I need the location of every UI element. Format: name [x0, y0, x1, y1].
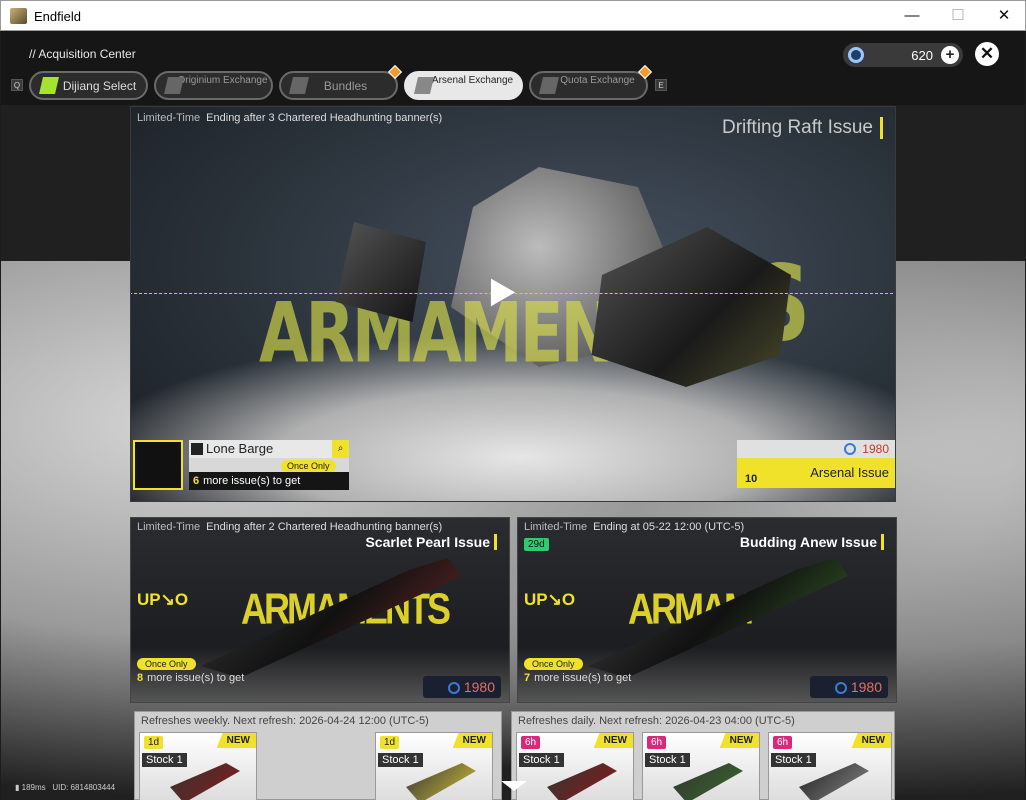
issue-card-budding-anew[interactable]: Limited-Time Ending at 05-22 12:00 (UTC-5… [517, 517, 897, 703]
breadcrumb: // Acquisition Center [29, 47, 136, 61]
game-viewport: // Acquisition Center 620 + ✕ Q Dijiang … [1, 31, 1025, 800]
tab-label: Quota Exchange [560, 75, 635, 86]
ping: 189ms [21, 783, 46, 792]
weapon-thumbnail [406, 763, 476, 800]
stock-label: Stock 1 [519, 753, 564, 767]
shop-item[interactable]: 6h NEW Stock 1 [516, 732, 634, 800]
new-badge: NEW [851, 733, 891, 748]
prize-panel[interactable]: Lone Barge ⌕ Once Only 6 more issue(s) to… [133, 440, 349, 490]
new-badge: NEW [593, 733, 633, 748]
limited-time-label: Limited-Time Ending after 3 Chartered Hea… [137, 112, 443, 124]
timer-badge: 6h [647, 736, 667, 749]
weapon-thumbnail [673, 763, 743, 800]
new-badge: NEW [719, 733, 759, 748]
tab-label: Bundles [323, 79, 368, 93]
top-bar: // Acquisition Center 620 + ✕ Q Dijiang … [1, 31, 1025, 105]
more-issues-text: 6 more issue(s) to get [189, 472, 349, 490]
featured-issue-banner[interactable]: ARMAMENTS TS Limited-TimeEnding after 3 … [130, 106, 896, 502]
tab-originium-exchange[interactable]: Originium Exchange [154, 71, 273, 100]
arsenal-logo: 10 [745, 473, 758, 485]
timer-badge: 6h [521, 736, 541, 749]
tab-bundles[interactable]: Bundles [279, 64, 403, 100]
tab-arsenal-exchange[interactable]: Arsenal Exchange [404, 71, 523, 100]
tab-label: Originium Exchange [177, 75, 268, 86]
timer-badge: 1d [380, 736, 400, 749]
weapon-thumbnail [799, 763, 869, 800]
timer-badge: 1d [144, 736, 164, 749]
alert-badge [387, 64, 403, 80]
weapon-art-budding-anew [588, 558, 848, 678]
arsenal-issue-label: 10 Arsenal Issue [737, 458, 895, 488]
currency-value: 620 [911, 48, 933, 63]
issue-name: Scarlet Pearl Issue [365, 534, 497, 550]
originium-icon [164, 77, 184, 94]
limited-time-label: Limited-Time Ending at 05-22 12:00 (UTC-5… [524, 521, 745, 533]
issue-name: Drifting Raft Issue [722, 117, 883, 139]
basket-icon [539, 77, 559, 94]
alert-badge [637, 64, 653, 80]
close-window-button[interactable]: ✕ [981, 1, 1026, 31]
scroll-down-icon[interactable] [501, 781, 527, 791]
stock-label: Stock 1 [645, 753, 690, 767]
tab-quota-exchange[interactable]: Quota Exchange [529, 64, 653, 100]
arsenal-ticket-icon [447, 682, 460, 694]
shop-item[interactable]: 1d NEW Stock 1 [139, 732, 257, 800]
shop-item[interactable]: 6h NEW Stock 1 [768, 732, 892, 800]
tab-label: Arsenal Exchange [431, 75, 514, 86]
weapon-thumbnail [547, 763, 617, 800]
prize-thumbnail [133, 440, 183, 490]
once-only-badge: Once Only [281, 460, 336, 472]
price: 1980 [810, 676, 888, 698]
once-only-badge: Once Only [137, 658, 196, 670]
shop-item[interactable]: 6h NEW Stock 1 [642, 732, 760, 800]
weekly-shop-section: Refreshes weekly. Next refresh: 2026-04-… [134, 711, 502, 800]
once-only-badge: Once Only [524, 658, 583, 670]
price: 1980 [423, 676, 501, 698]
new-badge: NEW [452, 733, 492, 748]
shop-item[interactable]: 1d NEW Stock 1 [375, 732, 493, 800]
refresh-timer: Refreshes weekly. Next refresh: 2026-04-… [141, 715, 429, 727]
minimize-button[interactable]: — [889, 1, 935, 31]
upno-logo: UP↘O [524, 590, 576, 609]
close-shop-button[interactable]: ✕ [975, 42, 999, 66]
purchase-box[interactable]: 1980 10 Arsenal Issue [737, 440, 895, 490]
timer-badge: 6h [773, 736, 793, 749]
window-title: Endfield [34, 9, 81, 24]
tab-prev-key[interactable]: Q [11, 79, 23, 91]
prize-title: Lone Barge ⌕ [189, 440, 349, 458]
bundle-icon [289, 77, 309, 94]
daily-shop-section: Refreshes daily. Next refresh: 2026-04-2… [511, 711, 895, 800]
uid: UID: 6814803444 [52, 783, 116, 792]
upno-logo: UP↘O [137, 590, 189, 609]
weapon-thumbnail [170, 763, 240, 800]
more-issues-text: 8 more issue(s) to get [137, 672, 245, 684]
arsenal-ticket-icon [844, 443, 857, 455]
status-footer: ▮ 189ms UID: 6814803444 [15, 783, 115, 792]
stock-label: Stock 1 [378, 753, 423, 767]
new-badge: NEW [216, 733, 256, 748]
crossed-weapons-icon [414, 77, 434, 94]
days-remaining-badge: 29d [524, 538, 549, 551]
add-currency-button[interactable]: + [941, 46, 959, 64]
stock-label: Stock 1 [771, 753, 816, 767]
arsenal-ticket-icon [848, 47, 864, 63]
refresh-timer: Refreshes daily. Next refresh: 2026-04-2… [518, 715, 795, 727]
issue-name: Budding Anew Issue [740, 534, 884, 550]
weapon-type-icon [191, 443, 203, 455]
maximize-button[interactable]: ☐ [935, 1, 981, 31]
limited-time-label: Limited-Time Ending after 2 Chartered Hea… [137, 521, 443, 533]
window-titlebar: Endfield — ☐ ✕ [0, 0, 1026, 31]
currency-display: 620 + [843, 43, 963, 67]
more-issues-text: 7 more issue(s) to get [524, 672, 632, 684]
signal-icon: ▮ [15, 783, 20, 792]
price: 1980 [737, 440, 895, 458]
tab-dijiang-select[interactable]: Dijiang Select [29, 71, 148, 100]
tab-next-key[interactable]: E [655, 79, 667, 91]
issue-card-scarlet-pearl[interactable]: Limited-Time Ending after 2 Chartered Hea… [130, 517, 510, 703]
app-icon [10, 8, 27, 24]
search-icon[interactable]: ⌕ [332, 440, 349, 458]
arsenal-ticket-icon [834, 682, 847, 694]
stock-label: Stock 1 [142, 753, 187, 767]
